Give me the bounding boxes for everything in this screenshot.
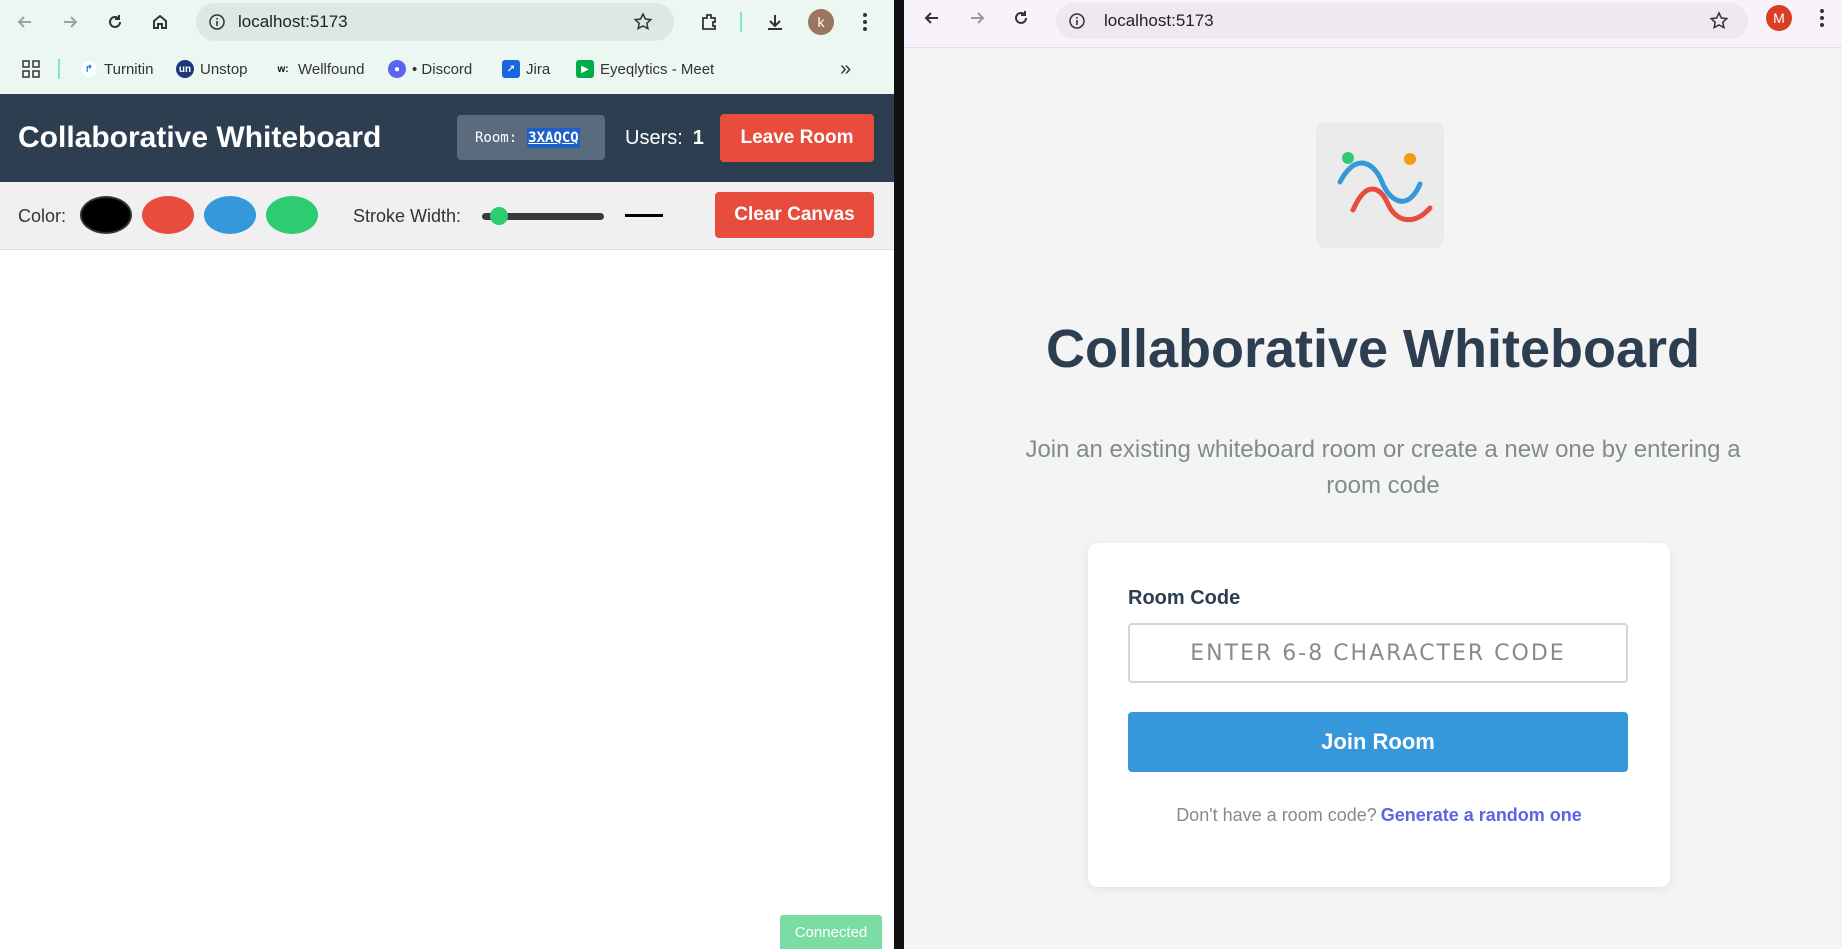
browser-toolbar: localhost:5173 M <box>904 0 1842 48</box>
forward-icon[interactable] <box>55 7 85 37</box>
bookmark-discord[interactable]: ● • Discord <box>388 57 472 81</box>
bookmark-label: Wellfound <box>298 60 365 78</box>
jira-icon: ↗ <box>502 60 520 78</box>
profile-avatar[interactable]: k <box>808 9 834 35</box>
color-swatch-blue[interactable] <box>204 196 256 234</box>
more-bookmarks-button[interactable]: » <box>840 57 851 81</box>
leave-room-button[interactable]: Leave Room <box>720 114 874 162</box>
join-room-button[interactable]: Join Room <box>1128 712 1628 772</box>
page-title: Collaborative Whiteboard <box>1045 319 1701 379</box>
drawing-canvas[interactable] <box>0 250 894 949</box>
users-label: Users: <box>625 126 683 149</box>
hint-text: Don't have a room code? <box>1176 805 1377 825</box>
room-code-input[interactable] <box>1128 623 1628 683</box>
app-title: Collaborative Whiteboard <box>18 121 382 154</box>
bookmark-star-icon[interactable] <box>628 7 658 37</box>
room-code-label: Room Code <box>1128 587 1241 609</box>
left-browser-window: localhost:5173 k ↱ Turnitin un Unstop w:… <box>0 0 894 949</box>
page-subtitle: Join an existing whiteboard room or crea… <box>1025 436 1741 499</box>
room-label: Room: <box>475 129 518 146</box>
room-badge: Room: 3XAQCQ <box>457 115 605 160</box>
bookmarks-separator <box>58 59 60 79</box>
clear-canvas-button[interactable]: Clear Canvas <box>715 192 874 238</box>
window-divider <box>894 0 904 949</box>
bookmarks-bar: ↱ Turnitin un Unstop w: Wellfound ● • Di… <box>0 45 894 94</box>
address-bar[interactable]: localhost:5173 <box>196 3 674 41</box>
connection-status: Connected <box>780 915 882 949</box>
whiteboard-logo-icon <box>1316 122 1444 248</box>
drawing-controls: Color: Stroke Width: Clear Canvas <box>0 182 894 250</box>
reload-icon[interactable] <box>100 7 130 37</box>
bookmark-meet[interactable]: ▶ Eyeqlytics - Meet <box>576 57 714 81</box>
wellfound-icon: w: <box>277 63 289 75</box>
extensions-icon[interactable] <box>694 7 724 37</box>
back-icon[interactable] <box>917 3 947 33</box>
generate-hint: Don't have a room code? Generate a random… <box>1088 805 1670 826</box>
stroke-width-label: Stroke Width: <box>353 205 462 226</box>
forward-icon[interactable] <box>962 3 992 33</box>
menu-kebab-icon[interactable] <box>1807 3 1837 33</box>
back-icon[interactable] <box>10 7 40 37</box>
bookmark-label: Jira <box>526 60 551 78</box>
url-text: localhost:5173 <box>1104 11 1214 30</box>
url-text: localhost:5173 <box>238 12 348 31</box>
users-count: Users: 1 <box>625 94 704 182</box>
whiteboard-header: Collaborative Whiteboard Room: 3XAQCQ Us… <box>0 94 894 182</box>
address-bar[interactable]: localhost:5173 <box>1056 3 1748 39</box>
bookmark-jira[interactable]: ↗ Jira <box>502 57 550 81</box>
stroke-preview <box>625 214 663 217</box>
join-room-card: Room Code Join Room Don't have a room co… <box>1088 543 1670 887</box>
bookmark-unstop[interactable]: un Unstop <box>176 57 248 81</box>
reload-icon[interactable] <box>1006 3 1036 33</box>
color-swatch-black[interactable] <box>80 196 132 234</box>
google-meet-icon: ▶ <box>576 60 594 78</box>
room-code[interactable]: 3XAQCQ <box>527 127 580 148</box>
bookmark-turnitin[interactable]: ↱ Turnitin <box>80 57 153 81</box>
bookmark-label: Eyeqlytics - Meet <box>600 60 715 78</box>
users-number: 1 <box>692 126 704 149</box>
bookmark-label: • Discord <box>412 60 473 78</box>
site-info-icon[interactable] <box>1062 6 1092 36</box>
menu-kebab-icon[interactable] <box>850 7 880 37</box>
bookmark-label: Turnitin <box>104 60 154 78</box>
site-info-icon[interactable] <box>202 7 232 37</box>
browser-toolbar: localhost:5173 k <box>0 0 894 45</box>
generate-random-link[interactable]: Generate a random one <box>1381 805 1582 825</box>
download-icon[interactable] <box>760 7 790 37</box>
home-icon[interactable] <box>145 7 175 37</box>
stroke-width-slider-thumb[interactable] <box>490 207 509 225</box>
color-swatch-green[interactable] <box>266 196 318 234</box>
right-browser-window: localhost:5173 M Collaborative Whiteboar… <box>904 0 1842 949</box>
unstop-icon: un <box>176 60 194 78</box>
turnitin-icon: ↱ <box>80 60 98 78</box>
profile-avatar[interactable]: M <box>1766 5 1792 31</box>
bookmark-label: Unstop <box>200 60 248 78</box>
discord-icon: ● <box>388 60 406 78</box>
bookmark-star-icon[interactable] <box>1704 6 1734 36</box>
bookmark-wellfound[interactable]: w: Wellfound <box>274 57 364 81</box>
color-swatch-red[interactable] <box>142 196 194 234</box>
apps-grid-icon[interactable] <box>16 54 46 84</box>
toolbar-separator <box>740 12 742 32</box>
color-label: Color: <box>18 205 67 226</box>
